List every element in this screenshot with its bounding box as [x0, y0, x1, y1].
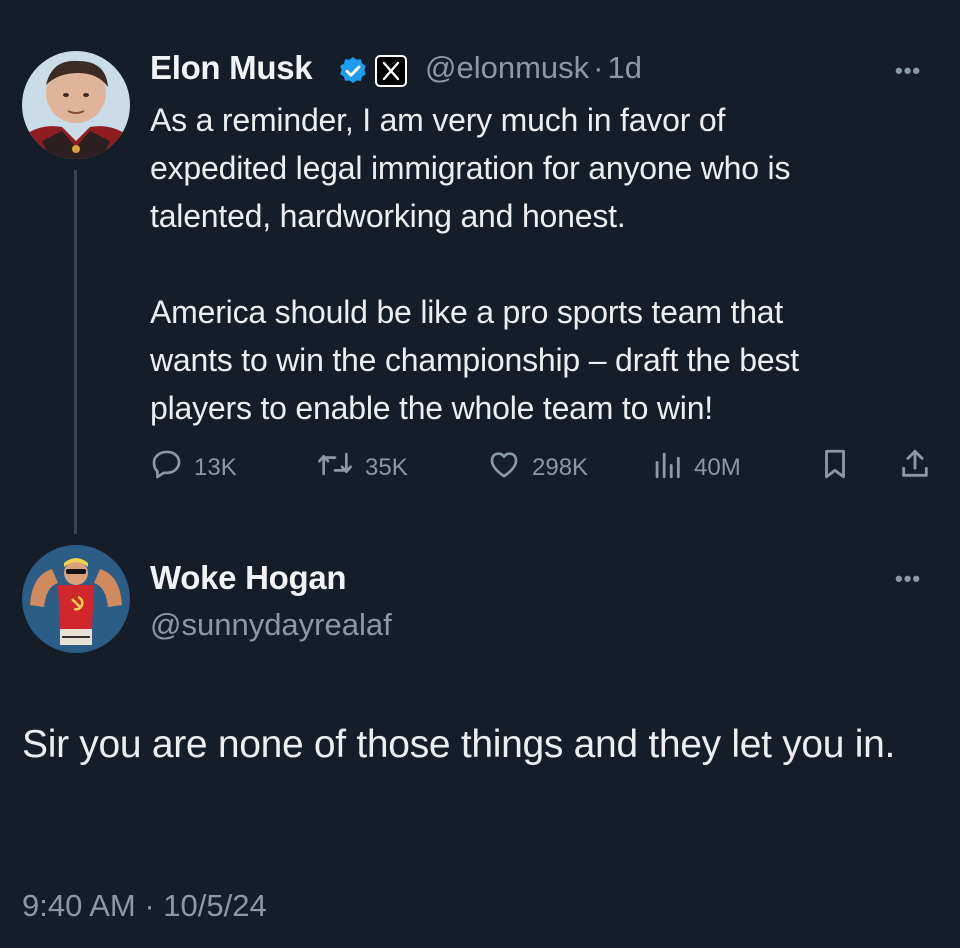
repost-icon — [315, 447, 365, 488]
like-button[interactable]: 298K — [486, 447, 588, 488]
bookmark-button[interactable] — [820, 447, 860, 488]
reply-more-options-icon[interactable]: ••• — [895, 566, 921, 592]
time-ago[interactable]: 1d — [607, 50, 641, 85]
like-icon — [486, 447, 532, 488]
views-count: 40M — [694, 453, 741, 481]
views-button[interactable]: 40M — [650, 447, 741, 488]
more-options-icon[interactable]: ••• — [895, 58, 921, 84]
avatar-woke-hogan[interactable] — [22, 545, 130, 653]
x-logo-badge-icon — [374, 54, 408, 93]
reply-author-handle[interactable]: @sunnydayrealaf — [150, 607, 392, 643]
author-name[interactable]: Elon Musk — [150, 49, 313, 87]
verified-badge-icon — [337, 55, 369, 92]
repost-button[interactable]: 35K — [315, 447, 408, 488]
author-handle-line: @elonmusk · 1d — [425, 50, 642, 86]
reply-author-name[interactable]: Woke Hogan — [150, 559, 347, 597]
reply-button[interactable]: 13K — [150, 447, 237, 488]
avatar-elon-musk[interactable] — [22, 51, 130, 159]
reply-icon — [150, 447, 194, 488]
reply-text: Sir you are none of those things and the… — [22, 723, 896, 766]
tweet-text: As a reminder, I am very much in favor o… — [150, 102, 799, 426]
reply-count: 13K — [194, 453, 237, 481]
tweet-actions-bar: 13K 35K 298K 40M — [0, 447, 960, 487]
reply-timestamp[interactable]: 9:40 AM · 10/5/24 — [22, 888, 267, 924]
bookmark-icon — [820, 447, 860, 488]
views-icon — [650, 447, 694, 488]
separator-dot: · — [593, 50, 604, 85]
repost-count: 35K — [365, 453, 408, 481]
share-icon — [898, 447, 942, 488]
share-button[interactable] — [898, 447, 942, 488]
like-count: 298K — [532, 453, 589, 481]
author-handle[interactable]: @elonmusk — [425, 50, 589, 85]
